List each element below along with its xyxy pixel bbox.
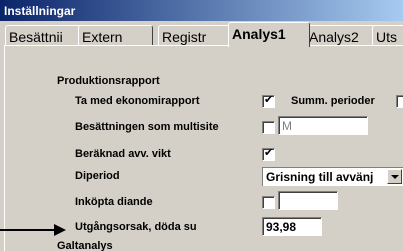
checkbox-inkopta-diande[interactable] xyxy=(262,196,275,209)
tab-label: Analys2 xyxy=(309,29,359,45)
checkbox-ta-med-ekonomirapport[interactable] xyxy=(262,93,275,108)
label-ta-med-ekonomirapport: Ta med ekonomirapport xyxy=(75,95,200,107)
label-utgangsorsak-doda-su: Utgångsorsak, döda su xyxy=(75,221,197,233)
label-besattningen-som-multisite: Besättningen som multisite xyxy=(75,121,219,133)
settings-window: Inställningar Besättnii Extern Registr A… xyxy=(0,0,403,251)
checkbox-multisite[interactable] xyxy=(262,121,275,134)
label-beraknad-avv-vikt: Beräknad avv. vikt xyxy=(75,148,171,160)
title-bar[interactable]: Inställningar xyxy=(0,0,403,21)
tab-label: Registr xyxy=(162,29,207,45)
label-diperiod: Diperiod xyxy=(75,170,120,182)
chevron-down-icon[interactable] xyxy=(387,169,402,184)
utgangsorsak-field[interactable]: 93,98 xyxy=(262,217,322,236)
label-inkopta-diande: Inköpta diande xyxy=(75,196,153,208)
tab-label: Uts xyxy=(376,29,397,45)
tab-uts[interactable]: Uts xyxy=(372,25,403,47)
tab-besattning[interactable]: Besättnii xyxy=(5,25,85,47)
tab-analys1[interactable]: Analys1 xyxy=(228,22,310,47)
checkbox-beraknad-avv-vikt[interactable] xyxy=(262,146,275,161)
pointer-arrow-icon xyxy=(0,224,66,236)
tab-analys2[interactable]: Analys2 xyxy=(305,25,377,47)
tab-extern[interactable]: Extern xyxy=(78,25,153,47)
tab-label: Besättnii xyxy=(9,29,63,45)
diperiod-selected-value: Grisning till avvänj xyxy=(266,170,374,184)
section-title-galtanalys: Galtanalys xyxy=(57,240,113,251)
tab-registr[interactable]: Registr xyxy=(158,25,232,47)
tab-strip: Besättnii Extern Registr Analys1 Analys2… xyxy=(0,22,403,47)
section-title-produktionsrapport: Produktionsrapport xyxy=(57,75,160,87)
multisite-code-field[interactable]: M xyxy=(278,116,368,135)
checkbox-summ-perioder[interactable] xyxy=(396,95,403,108)
inkopta-diande-field[interactable] xyxy=(278,191,338,210)
tab-label: Analys1 xyxy=(232,26,286,42)
window-title: Inställningar xyxy=(4,4,76,18)
label-summ-perioder: Summ. perioder xyxy=(291,95,375,107)
tab-label: Extern xyxy=(82,29,123,45)
diperiod-select[interactable]: Grisning till avvänj xyxy=(262,167,403,186)
